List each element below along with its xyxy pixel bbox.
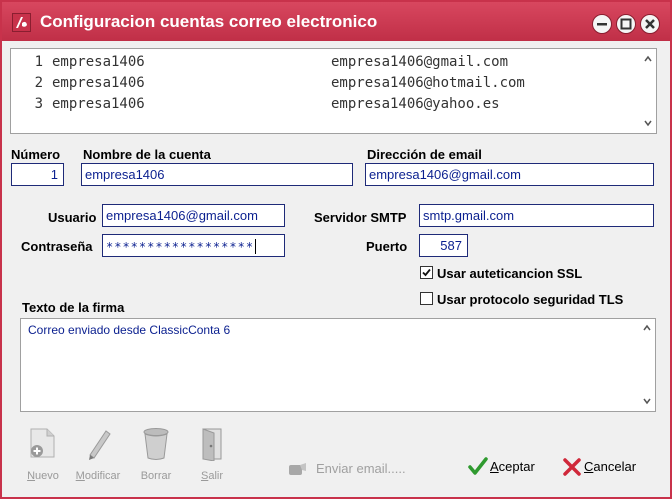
account-email: empresa1406@gmail.com xyxy=(331,54,509,70)
list-item[interactable]: 1 empresa1406 empresa1406@gmail.com xyxy=(11,54,641,74)
dialog-body: 1 empresa1406 empresa1406@gmail.com 2 em… xyxy=(2,41,670,497)
nuevo-mnemonic: N xyxy=(27,470,36,482)
numero-label: Número xyxy=(11,147,61,162)
list-item[interactable]: 3 empresa1406 empresa1406@yahoo.es xyxy=(11,96,641,116)
account-email: empresa1406@yahoo.es xyxy=(331,96,500,112)
servidor-smtp-field[interactable]: smtp.gmail.com xyxy=(419,204,654,227)
ssl-label[interactable]: Usar auteticancion SSL xyxy=(437,266,582,281)
minimize-button[interactable] xyxy=(592,14,612,34)
account-email: empresa1406@hotmail.com xyxy=(331,75,525,91)
firma-text: Correo enviado desde ClassicConta 6 xyxy=(28,323,231,337)
contrasena-label: Contraseña xyxy=(21,239,93,254)
ssl-checkbox[interactable] xyxy=(420,266,433,279)
nombre-label: Nombre de la cuenta xyxy=(83,147,211,162)
password-value: ****************** xyxy=(106,240,255,254)
text-caret xyxy=(255,239,257,254)
exit-door-icon xyxy=(202,428,222,461)
account-name: empresa1406 xyxy=(52,96,145,112)
puerto-field[interactable]: 587 xyxy=(419,234,468,257)
account-number: 1 xyxy=(34,54,43,70)
account-number: 3 xyxy=(34,96,43,112)
firma-label: Texto de la firma xyxy=(22,300,125,315)
scroll-down-icon[interactable] xyxy=(644,119,652,127)
borrar-label: Borrar xyxy=(140,470,172,482)
modificar-label: Modificar xyxy=(75,470,121,482)
direccion-email-field[interactable]: empresa1406@gmail.com xyxy=(365,163,654,186)
nuevo-text: uevo xyxy=(35,470,59,482)
account-name: empresa1406 xyxy=(52,54,145,70)
config-window: Configuracion cuentas correo electronico… xyxy=(0,0,672,499)
cross-red-icon xyxy=(563,458,581,476)
account-name: empresa1406 xyxy=(52,75,145,91)
cancelar-text: ancelar xyxy=(593,459,637,474)
maximize-button[interactable] xyxy=(616,14,636,34)
nombre-field[interactable]: empresa1406 xyxy=(81,163,353,186)
salir-button[interactable]: Salir xyxy=(189,427,235,487)
aceptar-mnemonic: A xyxy=(490,459,499,474)
list-item[interactable]: 2 empresa1406 empresa1406@hotmail.com xyxy=(11,75,641,95)
borrar-button[interactable]: Borrar xyxy=(133,427,179,487)
checkmark-green-icon xyxy=(468,457,488,475)
contrasena-field[interactable]: ****************** xyxy=(102,234,285,257)
list-scrollbar[interactable] xyxy=(640,49,656,133)
pencil-icon xyxy=(89,430,111,460)
accounts-list[interactable]: 1 empresa1406 empresa1406@gmail.com 2 em… xyxy=(10,48,657,134)
email-send-icon xyxy=(289,463,306,475)
nuevo-label: Nuevo xyxy=(20,470,66,482)
scroll-up-icon[interactable] xyxy=(643,324,651,332)
app-logo-icon xyxy=(12,13,31,32)
enviar-email-label: Enviar email..... xyxy=(316,461,406,476)
numero-field[interactable]: 1 xyxy=(11,163,64,186)
aceptar-text: ceptar xyxy=(498,459,535,474)
account-number: 2 xyxy=(34,75,43,91)
salir-label: Salir xyxy=(189,470,235,482)
cancelar-label: Cancelar xyxy=(584,459,636,474)
puerto-label: Puerto xyxy=(366,239,408,254)
aceptar-label: Aceptar xyxy=(490,459,535,474)
cancelar-mnemonic: C xyxy=(584,459,594,474)
tls-checkbox[interactable] xyxy=(420,292,433,305)
title-bar[interactable]: Configuracion cuentas correo electronico xyxy=(2,2,670,41)
salir-text: alir xyxy=(208,470,223,482)
firma-scrollbar[interactable] xyxy=(639,319,655,411)
trash-icon xyxy=(143,428,169,460)
close-button[interactable] xyxy=(640,14,660,34)
modificar-mnemonic: M xyxy=(75,470,85,482)
nuevo-button[interactable]: Nuevo xyxy=(20,427,66,487)
new-document-icon xyxy=(30,428,55,458)
scroll-up-icon[interactable] xyxy=(644,55,652,63)
scroll-down-icon[interactable] xyxy=(643,397,651,405)
modificar-button[interactable]: Modificar xyxy=(75,427,121,487)
firma-textarea[interactable]: Correo enviado desde ClassicConta 6 xyxy=(20,318,656,412)
usuario-label: Usuario xyxy=(48,210,97,225)
window-title: Configuracion cuentas correo electronico xyxy=(40,12,378,31)
tls-label[interactable]: Usar protocolo seguridad TLS xyxy=(437,292,623,307)
usuario-field[interactable]: empresa1406@gmail.com xyxy=(102,204,285,227)
modificar-text: odificar xyxy=(84,470,121,482)
servidor-smtp-label: Servidor SMTP xyxy=(314,210,407,225)
direccion-label: Dirección de email xyxy=(367,147,482,162)
checkmark-icon xyxy=(422,268,431,277)
